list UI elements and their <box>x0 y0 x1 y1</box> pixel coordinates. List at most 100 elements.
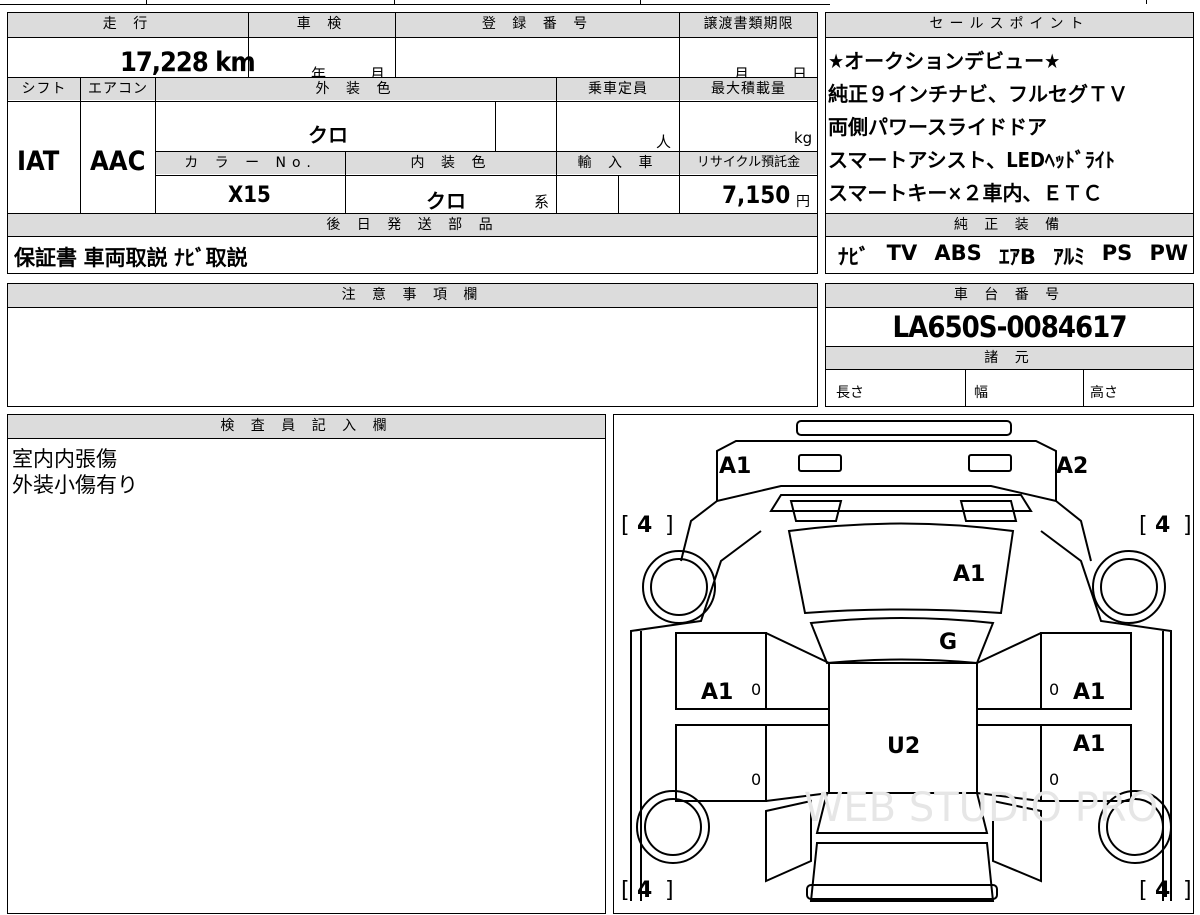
mark-right-rear-door: A1 <box>1073 732 1105 757</box>
mark-front-left: A1 <box>719 454 751 479</box>
chassis-panel: 車 台 番 号 LA650S-0084617 諸 元 長さ 幅 高さ <box>825 283 1194 407</box>
grille <box>769 494 1033 512</box>
exterior-color-header: 外 装 色 <box>156 78 556 100</box>
tire-front-right <box>1092 550 1166 624</box>
rule <box>8 307 817 308</box>
inspector-panel: 検 査 員 記 入 欄 室内内張傷 外装小傷有り <box>7 414 606 914</box>
inspector-header: 検 査 員 記 入 欄 <box>8 415 605 438</box>
right-fender <box>1040 530 1172 901</box>
mark-windshield: G <box>939 630 957 655</box>
color-no-value: X15 <box>228 183 271 208</box>
transfer-deadline-header: 譲渡書類期限 <box>680 13 817 37</box>
mark-right-front-door: A1 <box>1073 680 1105 705</box>
divider <box>394 0 395 4</box>
ac-value: AAC <box>90 146 146 177</box>
load-unit: kg <box>794 129 813 147</box>
equipment-item: ｴｱB <box>998 245 1036 269</box>
notes-panel: 注 意 事 項 欄 <box>7 283 818 407</box>
chassis-number: LA650S-0084617 <box>892 310 1128 344</box>
mark-hood: A1 <box>953 562 985 587</box>
tire-inner <box>1100 558 1158 616</box>
recycle-fee-header: リサイクル預託金 <box>680 152 817 174</box>
tire-bracket-rr: [ <box>1139 878 1148 903</box>
zero-mark: 0 <box>751 770 761 789</box>
spec-height-label: 高さ <box>1090 385 1118 401</box>
interior-suffix: 系 <box>534 193 550 211</box>
rule <box>8 37 817 38</box>
mark-left-front-door: A1 <box>701 680 733 705</box>
tire-bracket-rl: [ <box>621 878 630 903</box>
sales-line-1: ★オークションデビュー★ <box>828 49 1061 73</box>
later-parts-value: 保証書 車両取説 ﾅﾋﾞ取説 <box>14 246 248 270</box>
interior-color-header: 内 装 色 <box>346 152 556 174</box>
tire-tread-rr: 4 <box>1155 878 1170 903</box>
rule <box>80 77 81 213</box>
import-header: 輸 入 車 <box>557 152 679 174</box>
tire-inner <box>650 558 708 616</box>
chassis-header: 車 台 番 号 <box>826 284 1193 307</box>
tire-inner <box>644 798 702 856</box>
mileage-header: 走 行 <box>8 13 248 37</box>
tire-tread-rl: 4 <box>637 878 652 903</box>
divider <box>640 0 641 4</box>
equipment-item: ﾅﾋﾞ <box>838 245 870 269</box>
vehicle-info-table: 走 行 車 検 登 録 番 号 譲渡書類期限 17,228 km 年 月 月 日… <box>7 12 818 274</box>
tire-bracket-fl: [ <box>621 513 630 538</box>
headlight-right <box>968 454 1012 472</box>
divider <box>1146 0 1147 4</box>
rule <box>826 307 1193 308</box>
rule <box>556 77 557 213</box>
color-no-header: カ ラ ー No. <box>156 152 345 174</box>
equipment-item: TV <box>886 241 918 265</box>
top-edge-line <box>0 4 830 5</box>
rule <box>8 438 605 439</box>
capacity-unit: 人 <box>656 133 672 151</box>
rule <box>8 101 817 102</box>
max-load-header: 最大積載量 <box>680 78 817 100</box>
left-rear-door <box>675 724 767 802</box>
interior-color-value: クロ <box>426 189 466 213</box>
tire-bracket-fr: ] <box>1183 513 1192 538</box>
ac-header: エアコン <box>81 78 155 100</box>
tire-tread-fl: 4 <box>637 513 652 538</box>
tire-bracket-fl: ] <box>665 513 674 538</box>
rear-hatch <box>809 842 995 902</box>
tire-tread-fr: 4 <box>1155 513 1170 538</box>
rear-bumper <box>806 884 998 900</box>
registration-header: 登 録 番 号 <box>396 13 679 37</box>
sales-point-header: セールスポイント <box>826 13 1193 37</box>
sales-line-4: スマートアシスト、LEDﾍｯﾄﾞﾗｲﾄ <box>828 148 1115 172</box>
spec-length-label: 長さ <box>836 385 864 401</box>
zero-mark: 0 <box>751 680 761 699</box>
headlight-left <box>798 454 842 472</box>
rule <box>826 37 1193 38</box>
rule <box>155 77 156 213</box>
equipment-item: PW <box>1149 241 1188 265</box>
shaken-header: 車 検 <box>249 13 395 37</box>
rule <box>826 236 1193 237</box>
rule <box>679 77 680 213</box>
rule <box>965 369 966 406</box>
rule <box>8 236 817 237</box>
equipment-header: 純 正 装 備 <box>826 214 1193 236</box>
damage-diagram-panel: WEB STUDIO PRO [ ] [ ] [ ] [ ] 4 4 4 4 A… <box>613 414 1194 914</box>
front-bumper <box>796 420 1012 436</box>
inspector-note-2: 外装小傷有り <box>12 473 138 497</box>
tire-bracket-fr: [ <box>1139 513 1148 538</box>
roof <box>828 662 978 794</box>
sales-line-5: スマートキー×２車内、ＥＴＣ <box>828 181 1103 205</box>
sales-point-panel: セールスポイント ★オークションデビュー★ 純正９インチナビ、フルセグＴＶ 両側… <box>825 12 1194 274</box>
rule <box>155 175 817 176</box>
sales-line-2: 純正９インチナビ、フルセグＴＶ <box>828 82 1128 106</box>
recycle-fee-unit: 円 <box>796 194 810 210</box>
car-diagram: WEB STUDIO PRO [ ] [ ] [ ] [ ] 4 4 4 4 A… <box>621 420 1192 903</box>
mark-front-right: A2 <box>1056 454 1088 479</box>
shift-value: IAT <box>17 146 60 177</box>
rule <box>395 13 396 77</box>
notes-header: 注 意 事 項 欄 <box>8 284 817 307</box>
zero-mark: 0 <box>1049 770 1059 789</box>
spec-width-label: 幅 <box>974 385 988 401</box>
equipment-list: ﾅﾋﾞ TV ABS ｴｱB ｱﾙﾐ PS PW <box>838 241 1188 271</box>
mark-roof: U2 <box>887 734 920 759</box>
left-pillars <box>765 632 830 802</box>
